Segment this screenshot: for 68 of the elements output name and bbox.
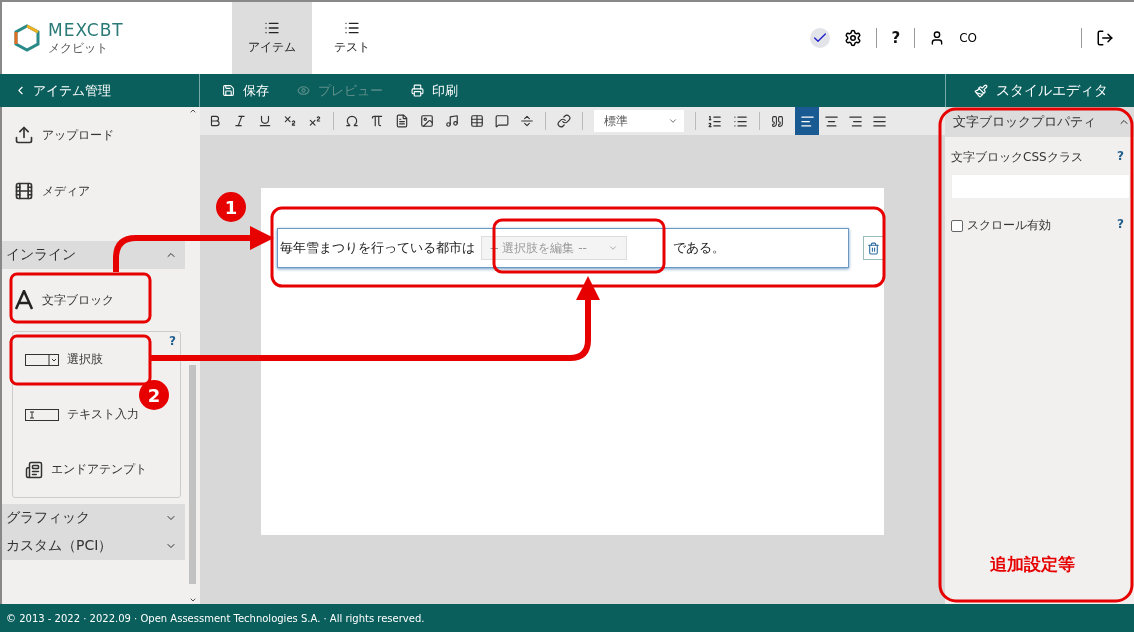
letter-a-icon [14,290,34,310]
upload-icon [14,125,34,145]
footer-text: © 2013 - 2022 · 2022.09 · Open Assessment Technologies S.A. · All rights reserved. [0,604,1134,632]
question-text: である。 [673,239,725,257]
scroll-down-icon[interactable] [188,596,197,604]
delete-button[interactable] [862,236,884,260]
nav-tab[interactable]: テスト [312,2,392,74]
table-icon[interactable] [470,114,484,128]
user-name: CO [959,31,977,45]
help-icon[interactable]: ? [1117,217,1124,234]
logo-text: MEXCBT [48,19,124,40]
group-header[interactable]: グラフィック [2,504,185,532]
format-select[interactable]: 標準 [594,110,684,132]
sidebar-item[interactable]: エンドアテンプト [13,442,153,497]
superscript-icon[interactable] [308,114,322,128]
list-icon [264,20,280,36]
numbered-list-icon[interactable] [707,113,722,129]
check-icon[interactable] [810,28,831,48]
scrollbar-thumb[interactable] [189,365,196,584]
sidebar-item[interactable]: 文字ブロック [2,269,120,331]
action-button[interactable]: 印刷 [411,81,458,100]
group-header[interactable]: インライン [2,241,185,269]
trash-icon [866,241,880,255]
logo-subtext: メクビット [48,39,109,57]
help-icon[interactable]: ? [1117,149,1124,166]
bold-icon[interactable] [208,114,222,128]
question-text: 毎年雪まつりを行っている都市は [280,239,475,257]
chevron-down-icon [668,116,678,126]
list-icon [344,20,360,36]
scroll-up-icon[interactable] [188,107,197,115]
printer-icon [411,84,424,97]
dropdown-icon [25,353,59,366]
link-icon[interactable] [557,114,571,128]
nav-tab[interactable]: アイテム [232,2,312,74]
help-button[interactable]: ? [891,29,901,47]
group-header[interactable]: カスタム（PCI） [2,532,185,560]
image-icon[interactable] [420,114,434,128]
field-label: 文字ブロックCSSクラス [951,149,1083,166]
document-icon[interactable] [395,114,409,128]
separator-icon[interactable] [520,114,534,128]
omega-icon[interactable] [345,114,359,128]
logout-icon[interactable] [1096,29,1114,47]
eye-icon [297,84,310,97]
chevron-down-icon [608,243,618,253]
sidebar-item[interactable]: 選択肢 [13,332,109,387]
quote-icon[interactable] [771,114,784,128]
subscript-icon[interactable] [283,114,297,128]
bullet-list-icon[interactable] [733,113,748,129]
media-icon[interactable] [445,114,459,128]
underline-icon[interactable] [258,114,272,128]
css-class-field[interactable] [951,174,1130,199]
film-icon [14,181,34,201]
brush-icon [974,83,988,98]
text-input-icon [25,408,59,421]
cube-logo-icon [14,24,40,52]
section-header[interactable]: 文字ブロックプロパティ [945,107,1134,137]
help-icon[interactable]: ? [169,334,176,348]
sidebar-item[interactable]: メディア [2,163,96,219]
action-button[interactable]: 保存 [222,81,269,100]
pi-icon[interactable] [370,114,384,128]
save-icon [222,84,235,97]
align-left-icon[interactable] [795,107,819,135]
comment-icon[interactable] [495,114,509,128]
scroll-checkbox[interactable]: スクロール有効 [951,217,1051,234]
sidebar-item[interactable]: アップロード [2,107,120,163]
italic-icon[interactable] [233,114,247,128]
settings-icon[interactable] [844,29,863,47]
annotation-note: 追加設定等 [990,553,1075,576]
